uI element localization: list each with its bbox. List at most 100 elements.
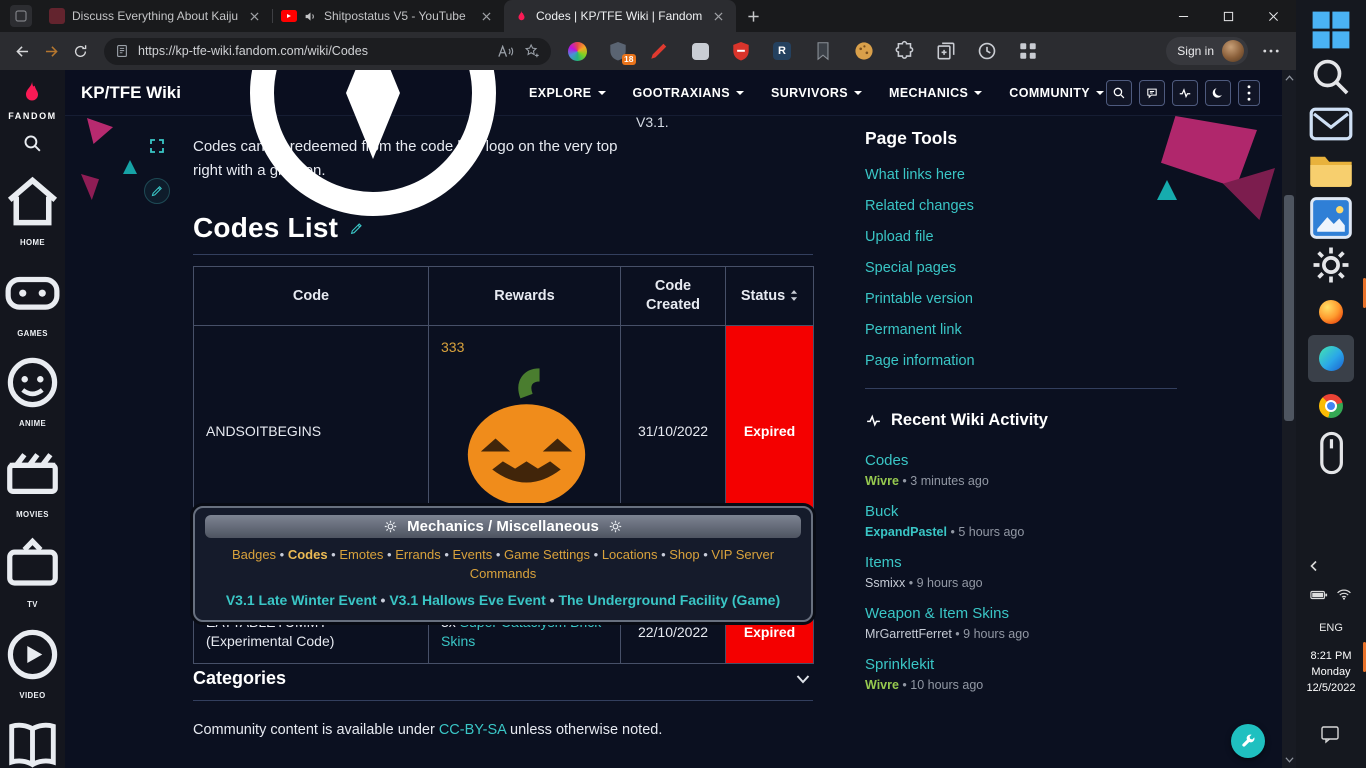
activity-page-link[interactable]: Codes [865,452,908,469]
column-header-rewards[interactable]: Rewards [428,266,621,326]
scroll-down-icon[interactable] [1282,752,1296,768]
url-text[interactable]: https://kp-tfe-wiki.fandom.com/wiki/Code… [138,44,489,58]
extension-shield-18-button[interactable]: 18 [607,40,636,65]
taskbar-edge-button[interactable] [1308,335,1354,382]
wiki-search-button[interactable] [1106,80,1132,106]
license-link[interactable]: CC-BY-SA [439,722,506,738]
nav-item-gootraxians[interactable]: GOOTRAXIANS [633,86,744,100]
navbox-link[interactable]: Emotes [339,547,383,562]
taskbar-search-button[interactable] [1308,53,1354,100]
navbox-link[interactable]: Events [453,547,493,562]
activity-user[interactable]: ExpandPastel [865,525,947,539]
navbox-link[interactable]: V3.1 Hallows Eve Event [389,592,545,608]
extension-cookie-button[interactable] [853,40,875,62]
navbox-link[interactable]: The Underground Facility (Game) [558,592,780,608]
browser-tab-codes-active[interactable]: Codes | KP/TFE Wiki | Fandom [504,0,736,32]
hidden-icons-chevron-icon[interactable] [1308,560,1320,572]
sort-icon[interactable] [790,289,798,302]
maximize-button[interactable] [1206,0,1251,32]
page-tools-link[interactable]: Permanent link [865,322,962,338]
taskbar-mouse-button[interactable] [1308,429,1354,476]
navbox-link[interactable]: V3.1 Late Winter Event [226,592,377,608]
chevron-down-icon[interactable] [793,669,813,689]
tab-close-icon[interactable] [478,8,495,25]
browser-tab-kaiju[interactable]: Discuss Everything About Kaiju P [40,0,272,32]
tab-close-icon[interactable] [710,8,727,25]
taskbar-mail-button[interactable] [1308,100,1354,147]
favorite-star-icon[interactable] [524,43,540,59]
back-button[interactable] [8,37,37,66]
sidebar-item-wikis[interactable]: WIKIS [0,712,65,768]
activity-user[interactable]: Wivre [865,678,899,692]
tab-close-icon[interactable] [246,8,263,25]
scroll-up-icon[interactable] [1282,70,1296,86]
extension-color-wheel-button[interactable] [566,40,588,62]
nav-item-explore[interactable]: EXPLORE [223,70,606,243]
sidebar-item-tv[interactable]: TV [0,531,65,610]
browser-tab-youtube[interactable]: Shitpostatus V5 - YouTube [272,0,504,32]
activity-page-link[interactable]: Buck [865,503,898,520]
taskbar-settings-button[interactable] [1308,241,1354,288]
language-indicator[interactable]: ENG [1296,622,1366,634]
page-scrollbar[interactable] [1282,70,1296,768]
column-header-status[interactable]: Status [725,266,814,326]
browser-menu-icon[interactable] [1258,38,1284,64]
extension-history-button[interactable] [976,40,998,62]
extension-red-pen-button[interactable] [648,40,670,62]
extension-collections-button[interactable] [935,40,957,62]
theme-toggle-moon-icon[interactable] [1205,80,1231,106]
close-button[interactable] [1251,0,1296,32]
scrollbar-thumb[interactable] [1284,195,1294,421]
expand-view-button[interactable] [144,133,170,159]
minimize-button[interactable] [1161,0,1206,32]
customize-fab-wrench-icon[interactable] [1231,724,1265,758]
refresh-button[interactable] [66,37,95,66]
sidebar-item-video[interactable]: VIDEO [0,622,65,701]
sidebar-item-games[interactable]: GAMES [0,260,65,339]
navbox-link[interactable]: Shop [669,547,699,562]
tab-actions-button[interactable] [10,5,32,27]
taskbar-explorer-button[interactable] [1308,147,1354,194]
activity-page-link[interactable]: Items [865,554,902,571]
tab-audio-icon[interactable] [304,10,317,23]
activity-user[interactable]: Ssmixx [865,576,905,590]
navbox-link[interactable]: Errands [395,547,441,562]
navbox-link[interactable]: Locations [602,547,658,562]
nav-item-mechanics[interactable]: MECHANICS [889,86,983,100]
extension-gray-square-button[interactable] [689,40,711,62]
taskbar-chrome-button[interactable] [1308,382,1354,429]
nav-item-survivors[interactable]: SURVIVORS [771,86,862,100]
extension-dark-flag-button[interactable] [812,40,834,62]
page-tools-link[interactable]: Special pages [865,260,956,276]
nav-item-community[interactable]: COMMUNITY [1009,86,1104,100]
activity-user[interactable]: Wivre [865,474,899,488]
forward-button[interactable] [37,37,66,66]
page-tools-link[interactable]: Page information [865,353,975,369]
sidebar-item-anime[interactable]: ANIME [0,350,65,429]
wiki-title[interactable]: KP/TFE Wiki [81,83,181,103]
navbox-link[interactable]: Badges [232,547,276,562]
extension-letter-r-button[interactable] [771,40,793,62]
search-icon[interactable] [22,133,43,154]
address-bar[interactable]: https://kp-tfe-wiki.fandom.com/wiki/Code… [104,37,551,65]
activity-page-link[interactable]: Sprinklekit [865,656,934,673]
wiki-discussions-button[interactable] [1139,80,1165,106]
wiki-more-icon[interactable] [1238,80,1260,106]
page-tools-link[interactable]: Printable version [865,291,973,307]
activity-user[interactable]: MrGarrettFerret [865,627,952,641]
new-tab-button[interactable] [741,4,765,28]
sidebar-item-home[interactable]: HOME [0,169,65,248]
sidebar-item-movies[interactable]: MOVIES [0,441,65,520]
notification-center-icon[interactable] [1320,724,1340,744]
column-header-code[interactable]: Code [193,266,429,326]
extension-red-shield-button[interactable] [730,40,752,62]
taskbar-start-button[interactable] [1308,6,1354,53]
extension-puzzle-button[interactable] [894,40,916,62]
navbox-link[interactable]: Game Settings [504,547,590,562]
column-header-created[interactable]: Code Created [620,266,726,326]
sign-in-button[interactable]: Sign in [1166,37,1248,65]
extension-apps-grid-button[interactable] [1017,40,1039,62]
categories-section[interactable]: Categories [193,657,813,701]
site-info-icon[interactable] [115,44,129,58]
wiki-activity-button[interactable] [1172,80,1198,106]
